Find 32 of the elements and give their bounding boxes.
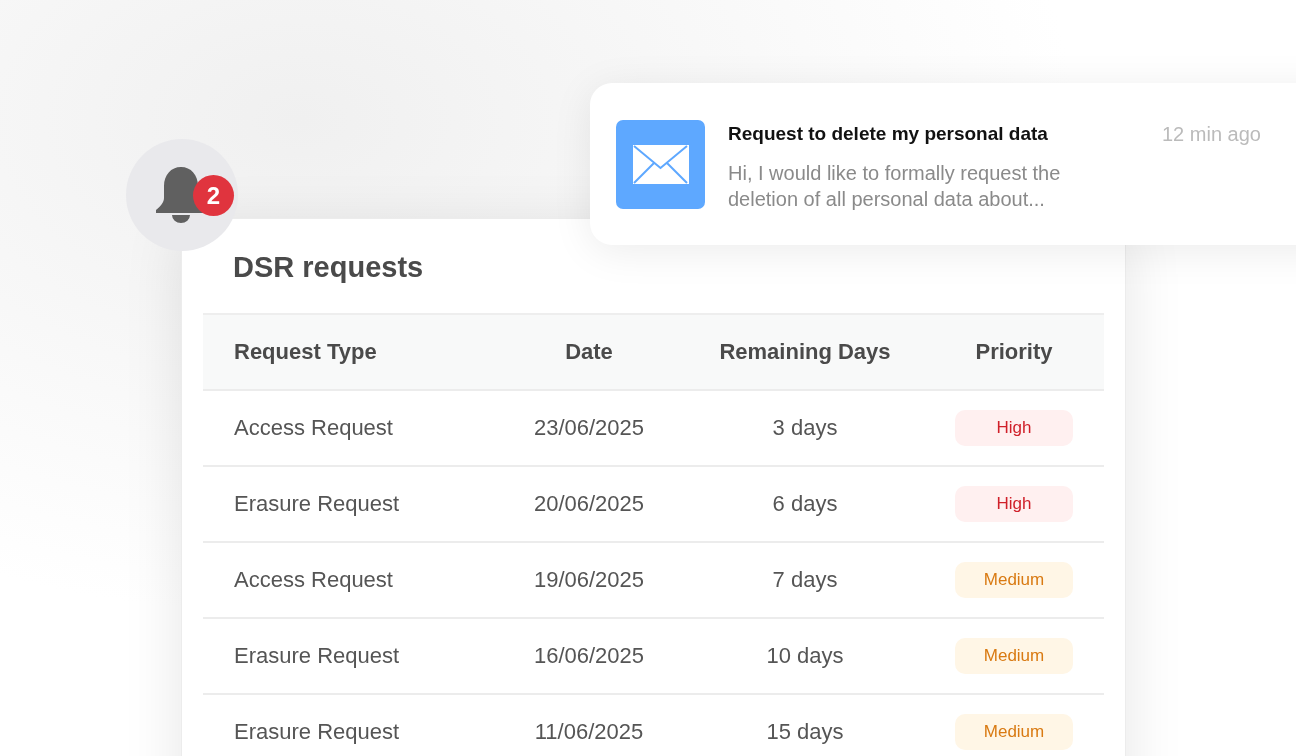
column-header: Remaining Days	[718, 339, 892, 365]
priority-badge: Medium	[955, 638, 1073, 674]
priority-badge: High	[955, 486, 1073, 522]
column-header: Date	[564, 339, 614, 365]
table-cell-text: 3 days	[771, 415, 839, 441]
table-cell-text: Erasure Request	[233, 719, 401, 745]
column-header: Request Type	[233, 339, 378, 365]
column-header: Priority	[974, 339, 1054, 365]
priority-badge: Medium	[955, 714, 1073, 750]
notification-message: Hi, I would like to formally request the deletion of all personal data about...	[728, 161, 1062, 212]
notification-title: Request to delete my personal data	[728, 122, 1049, 146]
priority-badge: High	[955, 410, 1073, 446]
envelope-icon	[616, 120, 705, 209]
table-cell-text: 20/06/2025	[532, 491, 646, 517]
notification-card[interactable]: Request to delete my personal data Hi, I would like to formally request the deletion of all personal data about... 12 min ago	[590, 83, 1296, 245]
table-cell-text: Erasure Request	[233, 643, 401, 669]
card-title: DSR requests	[232, 250, 425, 285]
priority-badge: Medium	[955, 562, 1073, 598]
table-cell-text: 15 days	[765, 719, 845, 745]
table-cell-text: 11/06/2025	[533, 719, 645, 745]
table-cell-text: 6 days	[771, 491, 839, 517]
table-cell-text: Erasure Request	[233, 491, 401, 517]
table-cell-text: 7 days	[771, 567, 839, 593]
table-cell-text: Access Request	[233, 415, 394, 441]
table-cell-text: Access Request	[233, 567, 394, 593]
bell-button[interactable]: 2	[126, 139, 238, 251]
table-cell-text: 23/06/2025	[532, 415, 646, 441]
table-cell-text: 16/06/2025	[532, 643, 646, 669]
notification-count-badge: 2	[193, 175, 234, 216]
table-cell-text: 19/06/2025	[532, 567, 646, 593]
table-cell-text: 10 days	[765, 643, 845, 669]
notification-time: 12 min ago	[1162, 122, 1261, 146]
